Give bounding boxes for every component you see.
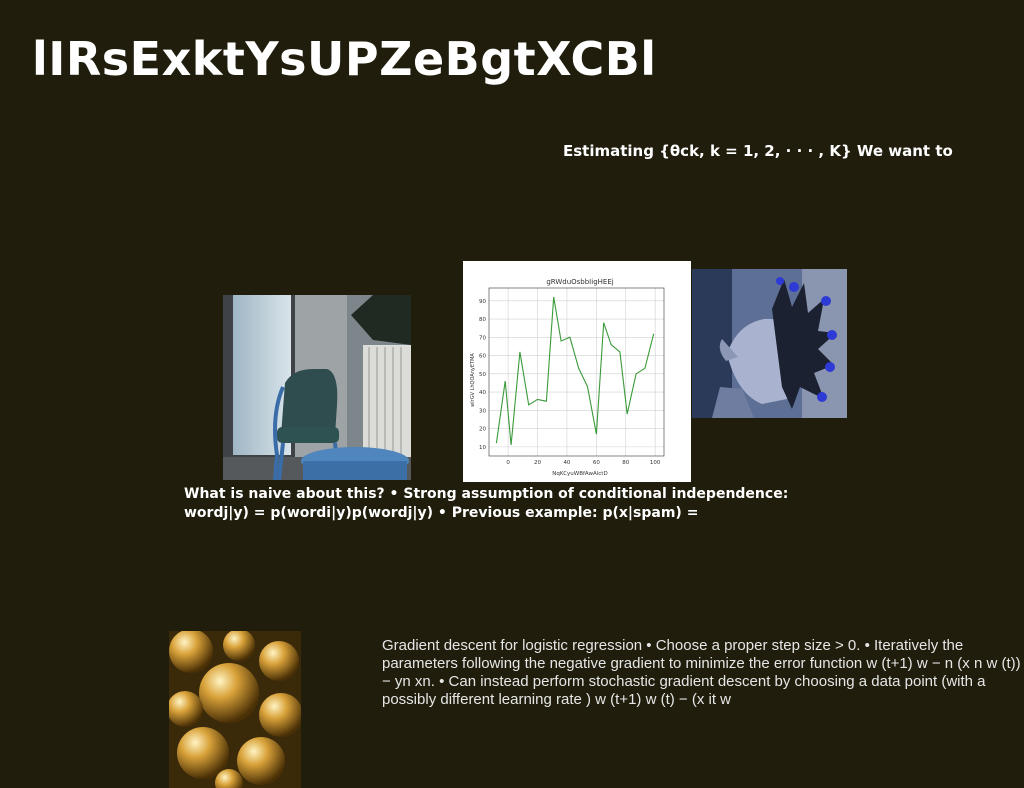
chart-x-axis-label: NqKCyuWBfAwAlctD [552, 471, 607, 477]
chart-x-tick-label: 40 [563, 460, 570, 466]
chart-x-tick-label: 0 [506, 460, 510, 466]
chart-y-tick-label: 40 [479, 390, 486, 396]
gold-spheres-photo [169, 631, 301, 788]
chart-x-tick-label: 20 [534, 460, 541, 466]
chart-x-tick-label: 100 [650, 460, 661, 466]
chart-y-tick-label: 80 [479, 317, 486, 323]
chart-y-tick-label: 90 [479, 299, 486, 305]
boy-crown-photo-image [692, 269, 847, 418]
chart-x-tick-label: 60 [593, 460, 600, 466]
chart-x-tick-label: 80 [622, 460, 629, 466]
chair-photo-image [223, 295, 411, 480]
chart-y-tick-label: 30 [479, 408, 486, 414]
chair-photo [223, 295, 411, 480]
chart-y-tick-label: 60 [479, 354, 486, 360]
chart-y-tick-label: 50 [479, 372, 486, 378]
chart-y-axis-label: wlrGV LhQOAnyETMA [470, 353, 476, 407]
chart-plot-border [488, 287, 665, 457]
chart-y-tick-label: 10 [479, 445, 486, 451]
slide-title: lIRsExktYsUPZeBgtXCBl [32, 32, 657, 86]
chart-grid [489, 288, 664, 456]
boy-crown-photo [692, 269, 847, 418]
slide-subtitle: Estimating {θck, k = 1, 2, · · · , K} We… [563, 142, 953, 160]
line-chart-svg: gRWduOsbbIigHEEj NqKCyuWBfAwAlctD wlrGV … [470, 278, 665, 477]
gold-spheres-photo-image [169, 631, 301, 788]
chart-y-tick-label: 70 [479, 335, 486, 341]
gradient-descent-text: Gradient descent for logistic regression… [382, 637, 1021, 708]
naive-bayes-text: What is naive about this? • Strong assum… [184, 486, 789, 521]
chart-y-tick-label: 20 [479, 427, 486, 433]
chart-title: gRWduOsbbIigHEEj [546, 278, 613, 286]
line-chart: gRWduOsbbIigHEEj NqKCyuWBfAwAlctD wlrGV … [463, 261, 691, 482]
